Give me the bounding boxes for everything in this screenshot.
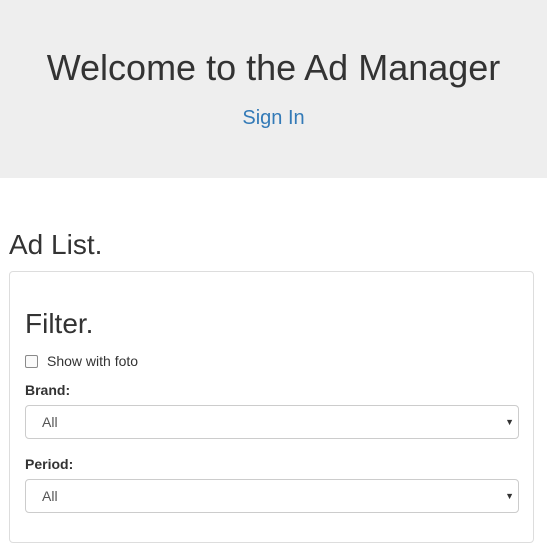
filter-heading: Filter. [25, 308, 94, 339]
filter-panel: Filter. Show with foto Brand: All ▼ Peri… [9, 271, 534, 543]
brand-label: Brand: [25, 382, 71, 398]
ad-list-heading: Ad List. [9, 229, 103, 260]
show-with-foto-option[interactable]: Show with foto [25, 352, 138, 370]
show-with-foto-checkbox[interactable] [25, 354, 38, 368]
welcome-banner: Welcome to the Ad Manager Sign In [0, 0, 547, 178]
brand-select-value: All [42, 414, 58, 430]
period-select-value: All [42, 488, 58, 504]
page-title: Welcome to the Ad Manager [46, 47, 501, 88]
chevron-down-icon: ▼ [505, 417, 514, 427]
show-with-foto-label: Show with foto [47, 353, 139, 369]
brand-select[interactable]: All ▼ [25, 405, 519, 439]
period-label: Period: [25, 456, 74, 472]
sign-in-link[interactable]: Sign In [0, 105, 547, 131]
period-select[interactable]: All ▼ [25, 479, 519, 513]
chevron-down-icon: ▼ [505, 491, 514, 501]
